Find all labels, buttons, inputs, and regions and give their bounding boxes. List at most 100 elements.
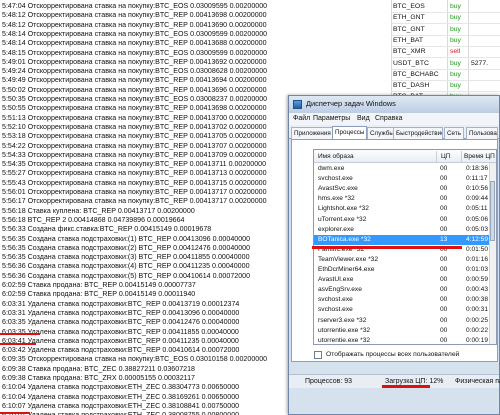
log-line: 6:03:31 Удалена ставка подстраховки:BTC_… bbox=[2, 299, 240, 308]
process-cpu: 00 bbox=[440, 316, 448, 324]
trade-row[interactable]: BTC_GNT buy bbox=[391, 25, 500, 35]
log-line: 5:51:13 Отскорректирована ставка на поку… bbox=[2, 113, 267, 122]
process-row[interactable]: rserver3.exe *32 00 0:00:25 bbox=[314, 316, 496, 326]
process-cpu: 00 bbox=[440, 185, 448, 193]
process-row[interactable]: explorer.exe 00 0:05:03 bbox=[314, 225, 496, 235]
trade-side: buy bbox=[450, 36, 461, 44]
menu-help[interactable]: Справка bbox=[375, 115, 402, 122]
column-cpu-time[interactable]: Время ЦП bbox=[464, 150, 495, 163]
task-manager-window: Диспетчер задач Windows Файл Параметры В… bbox=[288, 95, 500, 415]
scrollbar[interactable] bbox=[489, 163, 496, 344]
show-all-users-checkbox[interactable] bbox=[314, 351, 322, 359]
process-name: uTorrent.exe *32 bbox=[318, 215, 367, 223]
process-name: AvastSvc.exe bbox=[318, 185, 358, 193]
log-line: 6:09:38 Ставка продана: BTC_ZRX 0.000051… bbox=[2, 374, 195, 382]
trade-pair: BTC_BCHABC bbox=[393, 70, 439, 78]
trade-side: buy bbox=[450, 14, 461, 22]
tab-network[interactable]: Сеть bbox=[444, 127, 465, 139]
tab-applications[interactable]: Приложения bbox=[291, 127, 334, 139]
trade-pair: BTC_DASH bbox=[393, 82, 430, 90]
process-name: svchost.exe bbox=[318, 306, 353, 314]
log-line: 6:03:35 Удалена ставка подстраховки:BTC_… bbox=[2, 327, 239, 336]
trade-side: buy bbox=[450, 59, 461, 67]
trade-side: buy bbox=[450, 3, 461, 10]
process-cpu-time: 0:05:03 bbox=[466, 225, 488, 233]
process-row[interactable]: uTorrent.exe *32 00 0:05:06 bbox=[314, 215, 496, 225]
log-line: 6:10:04 Удалена ставка подстраховки:ETH_… bbox=[2, 383, 240, 392]
process-cpu: 00 bbox=[440, 326, 448, 334]
process-row[interactable]: svchost.exe 00 0:11:17 bbox=[314, 174, 496, 184]
log-highlight-mark bbox=[0, 343, 36, 345]
process-row[interactable]: utorrentie.exe *32 00 0:00:19 bbox=[314, 336, 496, 344]
log-line: 5:50:55 Отскорректирована ставка на поку… bbox=[2, 104, 267, 113]
log-line: 5:49:01 Отскорректирована ставка на поку… bbox=[2, 57, 267, 66]
process-cpu: 00 bbox=[440, 175, 448, 183]
trade-row[interactable]: ETH_GNT buy bbox=[391, 13, 500, 23]
process-name: svchost.exe bbox=[318, 296, 353, 304]
process-cpu-time: 0:00:43 bbox=[466, 286, 488, 294]
menu-view[interactable]: Вид bbox=[357, 115, 370, 122]
process-row[interactable]: AvastUI.exe 00 0:00:59 bbox=[314, 275, 496, 285]
process-cpu: 00 bbox=[440, 215, 448, 223]
process-row[interactable]: hms.exe *32 00 0:09:44 bbox=[314, 194, 496, 204]
process-row[interactable]: TeamViewer.exe *32 00 0:01:16 bbox=[314, 255, 496, 265]
process-row[interactable]: dwm.exe 00 0:18:36 bbox=[314, 164, 496, 174]
column-image-name[interactable]: Имя образа bbox=[318, 150, 354, 163]
process-cpu: 00 bbox=[440, 286, 448, 294]
process-cpu: 00 bbox=[440, 336, 448, 344]
process-row[interactable]: svchost.exe 00 0:00:31 bbox=[314, 305, 496, 315]
log-line: 5:49:24 Отскорректирована ставка на поку… bbox=[2, 67, 268, 76]
process-row[interactable]: svchost.exe 00 0:00:38 bbox=[314, 295, 496, 305]
log-line: 5:52:10 Отскорректирована ставка на поку… bbox=[2, 122, 267, 131]
process-name: hms.exe *32 bbox=[318, 195, 355, 203]
process-name: rserver3.exe *32 bbox=[318, 316, 367, 324]
trade-row[interactable]: ETH_BAT buy bbox=[391, 36, 500, 46]
trade-row[interactable]: BTC_EOS buy bbox=[391, 2, 500, 12]
menu-file[interactable]: Файл bbox=[293, 115, 310, 122]
log-line: 5:54:22 Отскорректирована ставка на поку… bbox=[2, 141, 267, 150]
process-cpu-time: 0:00:19 bbox=[466, 336, 488, 344]
process-highlight-mark bbox=[312, 246, 462, 249]
process-name: svchost.exe bbox=[318, 175, 353, 183]
title-bar[interactable]: Диспетчер задач Windows bbox=[289, 96, 499, 113]
process-row[interactable]: AvastSvc.exe 00 0:10:56 bbox=[314, 184, 496, 194]
log-line: 6:09:35 Отскорректирована ставка на поку… bbox=[2, 355, 268, 364]
log-line: 6:03:31 Удалена ставка подстраховки:BTC_… bbox=[2, 308, 240, 317]
process-cpu-time: 0:10:56 bbox=[466, 185, 488, 193]
process-row[interactable]: asvEngSrv.exe 00 0:00:43 bbox=[314, 285, 496, 295]
trade-pair: USDT_BTC bbox=[393, 59, 429, 67]
process-row[interactable]: BOTanica.exe *32 13 4:12:59 bbox=[314, 234, 496, 245]
column-divider bbox=[436, 151, 437, 162]
trade-row[interactable]: USDT_BTC buy 5277. bbox=[391, 59, 500, 69]
process-cpu-time: 4:12:59 bbox=[466, 235, 488, 243]
trade-row[interactable]: BTC_XMR sell bbox=[391, 47, 500, 57]
trade-value: 5277. bbox=[471, 59, 489, 67]
column-cpu[interactable]: ЦП bbox=[441, 150, 450, 163]
log-line: 5:56:35 Создана ставка подстраховки:(3) … bbox=[2, 253, 250, 262]
process-name: EthDcrMiner64.exe bbox=[318, 266, 375, 273]
status-process-count: Процессов: 93 bbox=[305, 378, 353, 385]
process-name: dwm.exe bbox=[318, 165, 345, 172]
trade-pair: ETH_BAT bbox=[393, 36, 424, 44]
scrollbar-thumb[interactable] bbox=[490, 181, 495, 241]
tab-processes[interactable]: Процессы bbox=[332, 126, 368, 140]
log-line: 5:56:36 Создана ставка подстраховки:(5) … bbox=[2, 271, 251, 280]
process-row[interactable]: EthDcrMiner64.exe 00 0:01:03 bbox=[314, 265, 496, 275]
trade-row[interactable]: BTC_BCHABC buy bbox=[391, 70, 500, 80]
process-cpu: 00 bbox=[440, 296, 448, 304]
log-highlight-mark bbox=[0, 333, 40, 335]
log-line: 6:09:38 Ставка продана: BTC_ZEC 0.388272… bbox=[2, 364, 195, 373]
process-row[interactable]: utorrentie.exe *32 00 0:00:22 bbox=[314, 326, 496, 336]
process-row[interactable]: Lightshot.exe *32 00 0:05:11 bbox=[314, 204, 496, 214]
tab-users[interactable]: Пользователи bbox=[466, 127, 498, 139]
log-line: 5:48:12 Отскорректирована ставка на поку… bbox=[2, 20, 267, 29]
menu-options[interactable]: Параметры bbox=[313, 115, 350, 122]
process-cpu-time: 0:11:17 bbox=[466, 175, 488, 183]
process-cpu: 00 bbox=[440, 306, 448, 314]
process-name: Lightshot.exe *32 bbox=[318, 205, 369, 213]
trade-row[interactable]: BTC_DASH buy bbox=[391, 81, 500, 91]
tab-performance[interactable]: Быстродействие bbox=[393, 127, 443, 139]
log-line: 5:56:17 Отскорректирована ставка на поку… bbox=[2, 197, 267, 206]
log-line: 5:56:36 Создана ставка подстраховки:(4) … bbox=[2, 262, 250, 271]
tab-strip: Приложения Процессы Службы Быстродействи… bbox=[289, 125, 499, 140]
